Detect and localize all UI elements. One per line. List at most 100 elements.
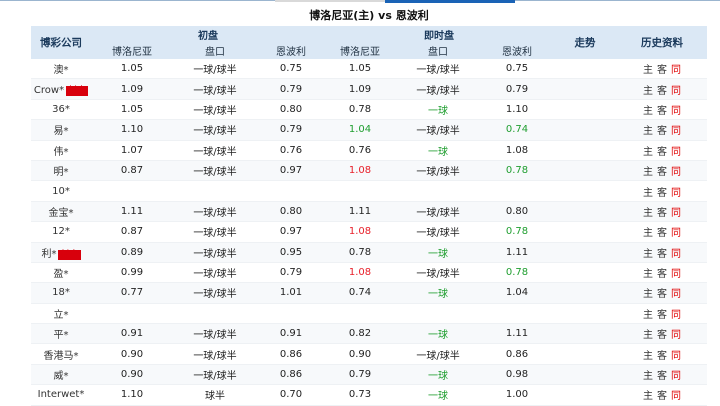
company-name[interactable]: 香港马* xyxy=(44,351,79,362)
history-same-link[interactable]: 同 xyxy=(669,61,683,76)
history-links: 主客同 xyxy=(617,384,708,406)
company-name[interactable]: 盈* xyxy=(54,269,69,280)
col-live-line: 盘口 xyxy=(395,42,482,59)
company-name[interactable]: Interwet* xyxy=(38,389,85,400)
table-row: 香港马* 0.90 一球/球半 0.86 0.90 一球/球半 0.86 主客同 xyxy=(31,343,708,365)
tab-active[interactable] xyxy=(385,0,515,3)
history-same-link[interactable]: 同 xyxy=(669,387,683,402)
history-home-link[interactable]: 主 xyxy=(641,82,655,97)
history-home-link[interactable]: 主 xyxy=(641,184,655,199)
company-name[interactable]: 18* xyxy=(52,287,70,298)
history-away-link[interactable]: 客 xyxy=(655,224,669,239)
history-same-link[interactable]: 同 xyxy=(669,102,683,117)
history-away-link[interactable]: 客 xyxy=(655,387,669,402)
live-away-odds: 1.08 xyxy=(481,140,554,161)
history-same-link[interactable]: 同 xyxy=(669,306,683,321)
tab-line xyxy=(0,0,275,1)
company-name[interactable]: 澳* xyxy=(54,65,69,76)
company-cell: 10* xyxy=(31,180,91,202)
history-home-link[interactable]: 主 xyxy=(641,347,655,362)
company-cell: 平* xyxy=(31,323,91,345)
history-home-link[interactable]: 主 xyxy=(641,245,655,260)
history-home-link[interactable]: 主 xyxy=(641,163,655,178)
history-same-link[interactable]: 同 xyxy=(669,122,683,137)
history-away-link[interactable]: 客 xyxy=(655,102,669,117)
company-name[interactable]: 12* xyxy=(52,226,70,237)
history-same-link[interactable]: 同 xyxy=(669,326,683,341)
history-away-link[interactable]: 客 xyxy=(655,347,669,362)
company-name[interactable]: 威* xyxy=(54,371,69,382)
history-away-link[interactable]: 客 xyxy=(655,184,669,199)
live-away-odds: 0.74 xyxy=(481,119,554,141)
history-home-link[interactable]: 主 xyxy=(641,387,655,402)
initial-home-odds: 1.11 xyxy=(91,201,173,223)
history-same-link[interactable]: 同 xyxy=(669,347,683,362)
col-company: 博彩公司 xyxy=(31,26,91,59)
live-home-odds: 0.79 xyxy=(325,364,396,386)
history-home-link[interactable]: 主 xyxy=(641,204,655,219)
company-name[interactable]: 易* xyxy=(54,126,69,137)
history-same-link[interactable]: 同 xyxy=(669,285,683,300)
history-home-link[interactable]: 主 xyxy=(641,224,655,239)
live-home-odds: 0.90 xyxy=(325,343,396,365)
history-away-link[interactable]: 客 xyxy=(655,265,669,280)
initial-away-odds: 0.76 xyxy=(257,140,326,161)
history-away-link[interactable]: 客 xyxy=(655,163,669,178)
history-same-link[interactable]: 同 xyxy=(669,245,683,260)
history-away-link[interactable]: 客 xyxy=(655,367,669,382)
history-links: 主客同 xyxy=(617,242,708,263)
history-same-link[interactable]: 同 xyxy=(669,367,683,382)
col-initial: 初盘 xyxy=(91,26,326,42)
history-same-link[interactable]: 同 xyxy=(669,163,683,178)
company-name[interactable]: 金宝* xyxy=(49,208,74,219)
table-row: 36* 1.05 一球/球半 0.80 0.78 一球 1.10 主客同 xyxy=(31,99,708,121)
company-name[interactable]: 平* xyxy=(54,330,69,341)
history-same-link[interactable]: 同 xyxy=(669,224,683,239)
history-links: 主客同 xyxy=(617,180,708,202)
history-home-link[interactable]: 主 xyxy=(641,61,655,76)
history-away-link[interactable]: 客 xyxy=(655,285,669,300)
initial-handicap: 一球/球半 xyxy=(173,59,257,80)
live-away-odds: 1.11 xyxy=(481,323,554,345)
history-home-link[interactable]: 主 xyxy=(641,265,655,280)
history-home-link[interactable]: 主 xyxy=(641,285,655,300)
history-home-link[interactable]: 主 xyxy=(641,122,655,137)
tab-inactive[interactable] xyxy=(275,0,385,2)
history-home-link[interactable]: 主 xyxy=(641,326,655,341)
history-away-link[interactable]: 客 xyxy=(655,326,669,341)
history-same-link[interactable]: 同 xyxy=(669,184,683,199)
company-name[interactable]: Crow* xyxy=(34,85,64,96)
history-away-link[interactable]: 客 xyxy=(655,122,669,137)
history-away-link[interactable]: 客 xyxy=(655,306,669,321)
history-away-link[interactable]: 客 xyxy=(655,82,669,97)
history-away-link[interactable]: 客 xyxy=(655,245,669,260)
initial-away-odds xyxy=(257,303,326,325)
initial-handicap: 一球/球半 xyxy=(173,201,257,223)
history-away-link[interactable]: 客 xyxy=(655,61,669,76)
history-home-link[interactable]: 主 xyxy=(641,143,655,158)
table-row: Interwet* 1.10 球半 0.70 0.73 一球 1.00 主客同 xyxy=(31,384,708,406)
trend-cell xyxy=(553,221,618,243)
company-name[interactable]: 伟* xyxy=(54,147,69,158)
live-away-odds: 1.04 xyxy=(481,282,554,304)
history-home-link[interactable]: 主 xyxy=(641,102,655,117)
live-handicap: 一球 xyxy=(395,140,482,161)
history-away-link[interactable]: 客 xyxy=(655,143,669,158)
history-links: 主客同 xyxy=(617,119,708,141)
history-away-link[interactable]: 客 xyxy=(655,204,669,219)
history-same-link[interactable]: 同 xyxy=(669,204,683,219)
company-name[interactable]: 立* xyxy=(54,310,69,321)
history-home-link[interactable]: 主 xyxy=(641,367,655,382)
history-same-link[interactable]: 同 xyxy=(669,143,683,158)
initial-away-odds: 0.79 xyxy=(257,262,326,284)
history-home-link[interactable]: 主 xyxy=(641,306,655,321)
company-name[interactable]: 利* xyxy=(41,249,56,260)
initial-handicap xyxy=(173,303,257,325)
live-away-odds: 0.80 xyxy=(481,201,554,223)
history-same-link[interactable]: 同 xyxy=(669,265,683,280)
table-row: 10* 主客同 xyxy=(31,180,708,202)
company-name[interactable]: 10* xyxy=(52,186,70,197)
history-same-link[interactable]: 同 xyxy=(669,82,683,97)
company-name[interactable]: 36* xyxy=(52,104,70,115)
company-name[interactable]: 明* xyxy=(54,167,69,178)
